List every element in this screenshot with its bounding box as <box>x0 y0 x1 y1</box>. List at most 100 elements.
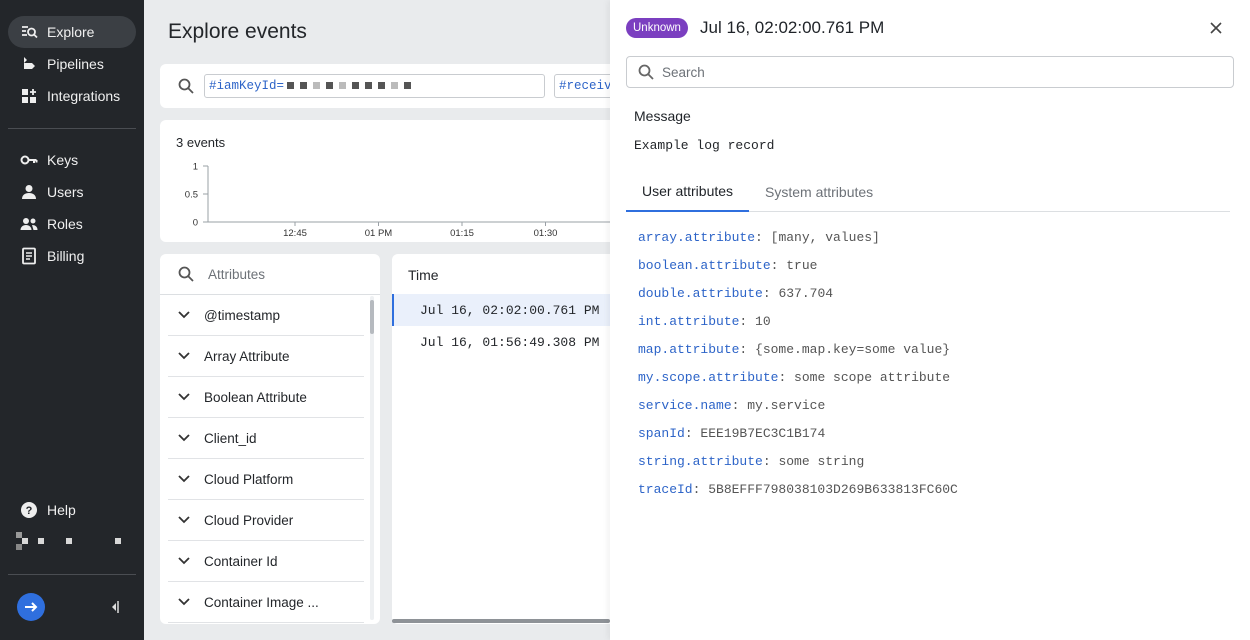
attribute-separator: : <box>684 426 701 441</box>
user-icon <box>20 183 38 201</box>
go-button[interactable] <box>17 593 45 621</box>
attribute-row[interactable]: Container Image ... <box>168 582 364 623</box>
attributes-search-placeholder: Attributes <box>208 267 266 282</box>
attribute-value: 5B8EFFF798038103D269B633813FC60C <box>708 482 958 497</box>
explore-icon <box>20 23 38 41</box>
x-tick-label: 12:45 <box>283 228 307 239</box>
attribute-key: service.name <box>638 398 732 413</box>
attribute-value: true <box>786 258 818 273</box>
pipelines-icon <box>20 55 38 73</box>
attribute-entry[interactable]: int.attribute: 10 <box>638 314 771 329</box>
close-icon <box>1210 22 1222 34</box>
search-icon <box>638 64 654 85</box>
attribute-value: my.service <box>747 398 826 413</box>
attribute-row[interactable]: Container Id <box>168 541 364 582</box>
attribute-label: Array Attribute <box>204 348 290 364</box>
sidebar-divider <box>8 128 136 129</box>
attribute-row[interactable]: Array Attribute <box>168 336 364 377</box>
chevron-down-icon <box>178 393 192 401</box>
tab-user-attributes[interactable]: User attributes <box>626 172 750 212</box>
attributes-scroll-track <box>370 296 374 620</box>
attribute-entry[interactable]: map.attribute: {some.map.key=some value} <box>638 342 950 357</box>
arrow-right-icon <box>25 602 38 612</box>
attribute-label: Client_id <box>204 430 257 446</box>
attribute-entry[interactable]: double.attribute: 637.704 <box>638 286 833 301</box>
row-time: Jul 16, 01:56:49.308 PM <box>420 334 600 350</box>
attribute-label: @timestamp <box>204 307 280 323</box>
sidebar-item-integrations[interactable]: Integrations <box>8 80 136 112</box>
sidebar-item-label: Integrations <box>47 88 121 104</box>
attribute-separator: : <box>739 342 756 357</box>
sidebar-item-label: Help <box>47 502 76 518</box>
svg-text:?: ? <box>26 505 33 517</box>
attribute-value: EEE19B7EC3C1B174 <box>700 426 826 441</box>
status-badge: Unknown <box>626 18 688 38</box>
query-chip[interactable]: #iamKeyId= <box>204 74 545 98</box>
attribute-row[interactable]: Cloud Platform <box>168 459 364 500</box>
sidebar-item-label: Pipelines <box>47 56 104 72</box>
tab-system-attributes[interactable]: System attributes <box>749 172 889 212</box>
chevron-down-icon <box>178 516 192 524</box>
attribute-entry[interactable]: array.attribute: [many, values] <box>638 230 880 245</box>
query-bar[interactable]: #iamKeyId= #receiv <box>160 64 634 108</box>
attribute-label: Boolean Attribute <box>204 389 307 405</box>
attribute-separator: : <box>770 258 787 273</box>
attributes-scrollbar[interactable] <box>370 300 374 334</box>
attribute-row[interactable]: Cloud Provider <box>168 500 364 541</box>
sidebar-item-pipelines[interactable]: Pipelines <box>8 48 136 80</box>
sidebar-item-keys[interactable]: Keys <box>8 144 136 176</box>
close-button[interactable] <box>1206 18 1226 38</box>
attribute-key: map.attribute <box>638 342 740 357</box>
integrations-icon <box>20 87 38 105</box>
message-label: Message <box>634 108 691 124</box>
attribute-entry[interactable]: string.attribute: some string <box>638 454 864 469</box>
sidebar-item-users[interactable]: Users <box>8 176 136 208</box>
attribute-entry[interactable]: my.scope.attribute: some scope attribute <box>638 370 950 385</box>
attribute-key: array.attribute <box>638 230 756 245</box>
attribute-label: Cloud Platform <box>204 471 294 487</box>
histogram-chart: 1 0.5 0 12:45 01 PM 01:15 01:30 <box>185 162 620 239</box>
table-row[interactable]: Jul 16, 01:56:49.308 PM <box>392 326 632 358</box>
results-horizontal-scrollbar[interactable] <box>392 619 610 623</box>
attribute-row[interactable]: Client_id <box>168 418 364 459</box>
y-tick-label: 0.5 <box>185 190 198 201</box>
attribute-label: Container Id <box>204 553 278 569</box>
sidebar-item-billing[interactable]: Billing <box>8 240 136 272</box>
detail-search <box>626 56 1234 88</box>
attribute-value: {some.map.key=some value} <box>755 342 951 357</box>
search-icon <box>178 266 194 287</box>
attribute-row[interactable]: @timestamp <box>168 295 364 336</box>
attribute-value: some scope attribute <box>794 370 951 385</box>
attribute-entry[interactable]: boolean.attribute: true <box>638 258 817 273</box>
account-avatar[interactable] <box>16 532 126 554</box>
attribute-key: int.attribute <box>638 314 740 329</box>
sidebar-item-label: Billing <box>47 248 85 264</box>
query-chip-text: #iamKeyId= <box>209 79 285 93</box>
sidebar-item-roles[interactable]: Roles <box>8 208 136 240</box>
column-header-time[interactable]: Time <box>408 267 439 283</box>
table-row[interactable]: Jul 16, 02:02:00.761 PM <box>392 294 632 326</box>
attribute-separator: : <box>739 314 756 329</box>
attribute-row[interactable]: Boolean Attribute <box>168 377 364 418</box>
sidebar-item-label: Explore <box>47 24 95 40</box>
attribute-entry[interactable]: service.name: my.service <box>638 398 825 413</box>
sidebar-item-help[interactable]: ? Help <box>8 494 136 526</box>
attribute-value: 637.704 <box>778 286 834 301</box>
key-icon <box>20 151 38 169</box>
collapse-sidebar-button[interactable] <box>106 598 122 616</box>
attribute-key: boolean.attribute <box>638 258 771 273</box>
histogram-card: 3 events 1 0.5 0 12:45 01 PM 01:15 01:30 <box>160 120 620 242</box>
message-value: Example log record <box>634 138 775 153</box>
attribute-key: my.scope.attribute <box>638 370 779 385</box>
help-icon: ? <box>20 501 38 519</box>
sidebar-item-label: Roles <box>47 216 83 232</box>
attributes-search[interactable]: Attributes <box>160 254 380 295</box>
attribute-entry[interactable]: spanId: EEE19B7EC3C1B174 <box>638 426 825 441</box>
collapse-icon <box>112 601 119 613</box>
detail-search-input[interactable] <box>662 62 1222 82</box>
attributes-panel: Attributes @timestamp Array Attribute Bool… <box>160 254 380 624</box>
sidebar-item-explore[interactable]: Explore <box>8 16 136 48</box>
attribute-entry[interactable]: traceId: 5B8EFFF798038103D269B633813FC60… <box>638 482 958 497</box>
attribute-tabs: User attributes System attributes <box>626 172 1230 212</box>
x-tick-label: 01:15 <box>450 228 474 239</box>
